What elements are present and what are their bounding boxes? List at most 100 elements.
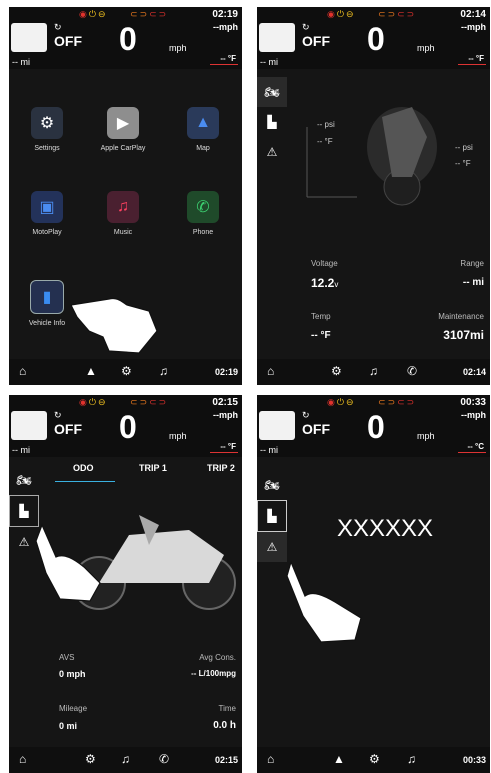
speed-value: 0 [367,21,385,57]
clock: 02:19 [212,9,238,20]
screen-icon: ▣ [31,191,63,223]
time-label: Time [218,704,236,713]
nav-clock: 00:33 [462,755,486,765]
gear-box [259,23,295,52]
warning-icons: ◉⏻⊖ ⊂⊃⊂⊃ [327,9,417,19]
tab-odo[interactable]: ODO [73,463,94,473]
fuel-range: -- mi [260,445,278,455]
temp-value: -- °F [311,330,331,341]
status-bar: ◉⏻⊖ ⊂⊃⊂⊃ 02:14 --mph ↻ OFF 0 mph -- mi -… [257,7,490,69]
home-icon[interactable]: ⌂ [19,752,26,766]
motorcycle-icon[interactable]: 🏍 [257,77,287,107]
small-speed: --mph [461,410,486,420]
cruise-status: OFF [54,33,82,49]
temp-underline [210,64,238,65]
ambient-temp: -- °F [220,442,236,451]
navigation-arrow-icon: ▲ [187,107,219,139]
warning-icons: ◉⏻⊖ ⊂⊃⊂⊃ [79,9,169,19]
tab-trip2[interactable]: TRIP 2 [207,463,235,473]
voltage-value: 12.2v [311,276,339,290]
gear-icon: ⚙ [31,107,63,139]
mileage-label: Mileage [59,704,88,713]
speed-unit: mph [417,431,435,441]
app-music[interactable]: ♫ Music [93,191,153,236]
ambient-temp: -- °C [467,442,484,451]
warning-icons: ◉⏻⊖ ⊂⊃⊂⊃ [327,397,417,407]
maintenance-label: Maintenance [438,312,484,321]
avs-value: 0 mph [59,669,86,679]
clock: 00:33 [460,397,486,408]
home-icon[interactable]: ⌂ [267,752,274,766]
small-speed: --mph [213,410,238,420]
cruise-status: OFF [302,33,330,49]
chart-icon[interactable]: ▙ [257,500,287,532]
motorcycle-icon[interactable]: 🏍 [257,470,287,500]
phone-icon[interactable]: ✆ [159,752,169,766]
gear-icon[interactable]: ⚙ [85,752,96,766]
cruise-icon: ↻ [54,22,62,32]
pointing-hand-icon [35,523,101,602]
music-note-icon[interactable]: ♫ [407,752,416,766]
small-speed: --mph [213,22,238,32]
nav-clock: 02:19 [214,367,238,377]
app-settings[interactable]: ⚙ Settings [17,107,77,152]
app-vehicle-info[interactable]: ▮ Vehicle Info [17,280,77,327]
gear-icon[interactable]: ⚙ [369,752,380,766]
app-map[interactable]: ▲ Map [173,107,233,152]
bottom-nav: ⌂ ⚙ ♫ ✆ 02:14 [257,359,490,385]
cruise-icon: ↻ [302,410,310,420]
gear-box [11,23,47,52]
gear-box [11,411,47,440]
ambient-temp: -- °F [468,54,484,63]
cruise-status: OFF [302,421,330,437]
speed-unit: mph [169,43,187,53]
play-icon: ▶ [107,107,139,139]
phone-icon: ✆ [187,191,219,223]
cruise-icon: ↻ [302,22,310,32]
fuel-range: -- mi [12,445,30,455]
phone-icon[interactable]: ✆ [407,364,417,378]
avg-cons-label: Avg Cons. [199,653,236,662]
screen-vehicle-status: ◉⏻⊖ ⊂⊃⊂⊃ 02:14 --mph ↻ OFF 0 mph -- mi -… [257,7,490,385]
app-phone[interactable]: ✆ Phone [173,191,233,236]
small-speed: --mph [461,22,486,32]
warning-triangle-icon[interactable]: ⚠ [257,532,287,562]
temp-label: Temp [311,312,331,321]
music-note-icon[interactable]: ♫ [369,364,378,378]
home-icon[interactable]: ⌂ [19,364,26,378]
rear-tire-pressure: -- psi [455,143,473,152]
time-value: 0.0 h [213,720,236,731]
ambient-temp: -- °F [220,54,236,63]
speed-value: 0 [119,21,137,57]
screen-warnings: ◉⏻⊖ ⊂⊃⊂⊃ 00:33 --mph ↻ OFF 0 mph -- mi -… [257,395,490,773]
voltage-label: Voltage [311,259,338,268]
app-motoplay[interactable]: ▣ MotoPlay [17,191,77,236]
gear-icon[interactable]: ⚙ [121,364,132,378]
music-note-icon: ♫ [107,191,139,223]
warning-triangle-icon[interactable]: ⚠ [257,137,287,167]
front-tire-pressure: -- psi [317,120,335,129]
fuel-range: -- mi [260,57,278,67]
bottom-nav: ⌂ ▲ ⚙ ♫ 00:33 [257,747,490,773]
avg-cons-value: -- L/100mpg [191,669,236,678]
music-note-icon[interactable]: ♫ [159,364,168,378]
navigation-icon[interactable]: ▲ [333,752,345,766]
gear-icon[interactable]: ⚙ [331,364,342,378]
app-carplay[interactable]: ▶ Apple CarPlay [93,107,153,152]
mileage-value: 0 mi [59,721,78,731]
tab-trip1[interactable]: TRIP 1 [139,463,167,473]
range-label: Range [460,259,484,268]
navigation-icon[interactable]: ▲ [85,364,97,378]
home-icon[interactable]: ⌂ [267,364,274,378]
pointing-hand-icon [70,297,158,354]
avs-label: AVS [59,653,75,662]
gear-box [259,411,295,440]
chart-icon[interactable]: ▙ [257,107,287,137]
motorcycle-icon[interactable]: 🏍 [9,465,39,495]
trip-tabs: ODO TRIP 1 TRIP 2 [49,463,239,483]
signal-bars-icon: ▮ [30,280,64,314]
bottom-nav: ⌂ ⚙ ♫ ✆ 02:15 [9,747,242,773]
clock: 02:14 [460,9,486,20]
status-bar: ◉⏻⊖ ⊂⊃⊂⊃ 02:19 --mph ↻ OFF 0 mph -- mi -… [9,7,242,69]
music-note-icon[interactable]: ♫ [121,752,130,766]
